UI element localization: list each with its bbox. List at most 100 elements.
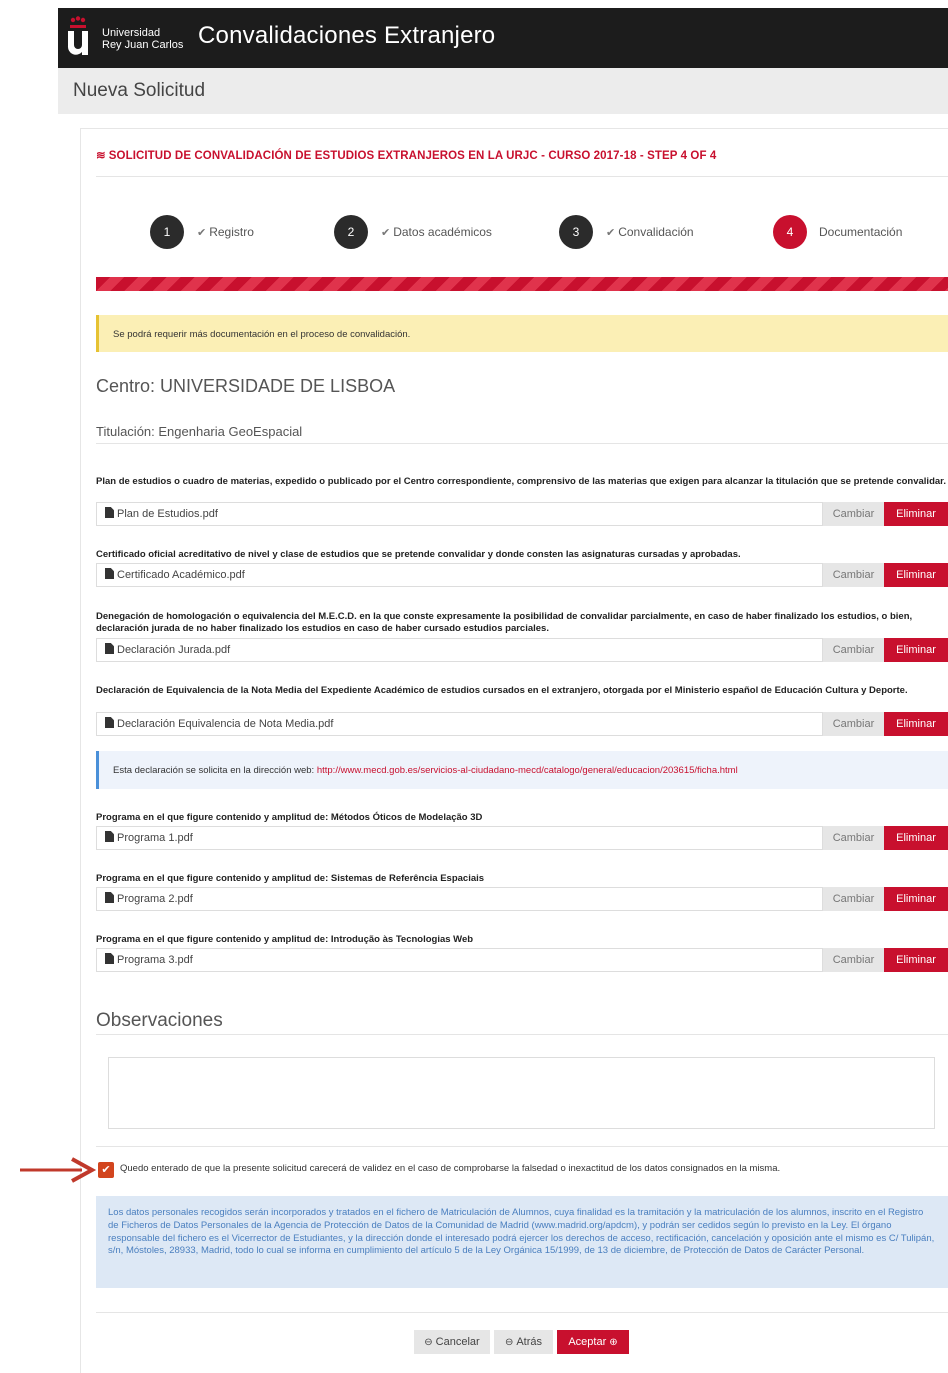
content-border-left [80,128,81,1373]
form-title: ≋ SOLICITUD DE CONVALIDACIÓN DE ESTUDIOS … [96,148,716,162]
privacy-notice: Los datos personales recogidos serán inc… [96,1196,948,1288]
file-field[interactable]: Declaración Jurada.pdf [96,638,823,662]
university-line2: Rey Juan Carlos [102,39,184,51]
change-button[interactable]: Cambiar [823,887,884,911]
accept-button[interactable]: Aceptar ⊕ [557,1330,629,1354]
info-prefix: Esta declaración se solicita en la direc… [113,765,317,776]
form-title-text: SOLICITUD DE CONVALIDACIÓN DE ESTUDIOS E… [108,150,717,162]
centro-heading: Centro: UNIVERSIDADE DE LISBOA [96,376,396,396]
delete-button[interactable]: Eliminar [884,502,948,526]
info-text: Esta declaración se solicita en la direc… [113,765,738,776]
back-circle-icon: ⊖ [504,1337,514,1348]
step-2-label-text: Datos académicos [393,225,492,239]
page-subheader: Nueva Solicitud [58,68,948,114]
delete-button[interactable]: Eliminar [884,563,948,587]
accept-checkbox[interactable]: ✔ [98,1162,114,1178]
file-icon [105,643,114,654]
notice-alert: Se podrá requerir más documentación en e… [96,315,948,352]
progress-bar [96,277,948,291]
back-button[interactable]: ⊖ Atrás [494,1330,553,1354]
delete-button[interactable]: Eliminar [884,887,948,911]
file-row: Declaración Equivalencia de Nota Media.p… [96,712,948,736]
document-label: Programa en el que figure contenido y am… [96,934,474,945]
file-icon [105,568,114,579]
page-title: Nueva Solicitud [73,80,206,101]
accept-label: Aceptar [568,1336,607,1348]
change-button[interactable]: Cambiar [823,948,884,972]
document-label: Plan de estudios o cuadro de materias, e… [96,476,946,487]
step-2-label[interactable]: ✔ Datos académicos [381,225,492,239]
back-label: Atrás [516,1336,543,1348]
divider [96,1146,948,1147]
delete-button[interactable]: Eliminar [884,638,948,662]
mecd-link[interactable]: http://www.mecd.gob.es/servicios-al-ciud… [317,765,738,776]
file-name: Programa 2.pdf [117,893,193,905]
file-row: Certificado Académico.pdf Cambiar Elimin… [96,563,948,587]
university-name: Universidad Rey Juan Carlos [102,27,183,51]
file-row: Programa 2.pdf Cambiar Eliminar [96,887,948,911]
document-label: Programa en el que figure contenido y am… [96,873,485,884]
change-button[interactable]: Cambiar [823,638,884,662]
file-field[interactable]: Programa 3.pdf [96,948,823,972]
observaciones-textarea[interactable] [108,1057,935,1129]
step-1-circle[interactable]: 1 [150,215,184,249]
titulacion-heading: Titulación: Engenharia GeoEspacial [96,424,303,439]
observaciones-heading: Observaciones [96,1010,223,1031]
check-icon: ✔ [381,227,391,239]
change-button[interactable]: Cambiar [823,563,884,587]
university-logo [67,16,88,55]
step-2-circle[interactable]: 2 [334,215,368,249]
stack-icon: ≋ [96,150,106,162]
file-field[interactable]: Programa 1.pdf [96,826,823,850]
cancel-circle-icon: ⊖ [424,1337,433,1348]
delete-button[interactable]: Eliminar [884,948,948,972]
file-name: Programa 3.pdf [117,954,193,966]
change-button[interactable]: Cambiar [823,712,884,736]
document-label: Certificado oficial acreditativo de nive… [96,549,741,560]
file-row: Plan de Estudios.pdf Cambiar Eliminar [96,502,948,526]
step-3-label[interactable]: ✔ Convalidación [606,225,694,239]
file-field[interactable]: Certificado Académico.pdf [96,563,823,587]
file-name: Plan de Estudios.pdf [117,508,218,520]
file-row: Programa 1.pdf Cambiar Eliminar [96,826,948,850]
step-1-label-text: Registro [209,225,254,239]
step-4-circle[interactable]: 4 [773,215,807,249]
file-icon [105,717,114,728]
divider [96,1034,948,1035]
file-field[interactable]: Declaración Equivalencia de Nota Media.p… [96,712,823,736]
divider [96,443,948,444]
check-icon: ✔ [606,227,616,239]
delete-button[interactable]: Eliminar [884,712,948,736]
change-button[interactable]: Cambiar [823,826,884,850]
file-field[interactable]: Plan de Estudios.pdf [96,502,823,526]
file-icon [105,953,114,964]
privacy-text: Los datos personales recogidos serán inc… [108,1207,935,1257]
cancel-label: Cancelar [435,1336,480,1348]
content-border-top [80,128,948,129]
check-icon: ✔ [197,227,207,239]
file-name: Declaración Jurada.pdf [117,644,231,656]
delete-button[interactable]: Eliminar [884,826,948,850]
university-line1: Universidad [102,27,161,39]
file-icon [105,892,114,903]
step-3-label-text: Convalidación [618,225,694,239]
file-row: Declaración Jurada.pdf Cambiar Eliminar [96,638,948,662]
document-label: Declaración de Equivalencia de la Nota M… [96,685,908,696]
app-header: Universidad Rey Juan Carlos Convalidacio… [58,8,948,68]
file-row: Programa 3.pdf Cambiar Eliminar [96,948,948,972]
document-label: Programa en el que figure contenido y am… [96,812,483,823]
accept-checkbox-label[interactable]: Quedo enterado de que la presente solici… [120,1163,780,1174]
step-3-circle[interactable]: 3 [559,215,593,249]
document-label: Denegación de homologación o equivalenci… [96,611,913,634]
step-4-label[interactable]: Documentación [819,225,902,239]
divider [96,176,948,177]
file-icon [105,507,114,518]
cancel-button[interactable]: ⊖ Cancelar [414,1330,490,1354]
change-button[interactable]: Cambiar [823,502,884,526]
file-field[interactable]: Programa 2.pdf [96,887,823,911]
file-name: Declaración Equivalencia de Nota Media.p… [117,718,334,730]
step-1-label[interactable]: ✔ Registro [197,225,254,239]
file-icon [105,831,114,842]
file-name: Certificado Académico.pdf [117,569,245,581]
divider [96,1312,948,1313]
